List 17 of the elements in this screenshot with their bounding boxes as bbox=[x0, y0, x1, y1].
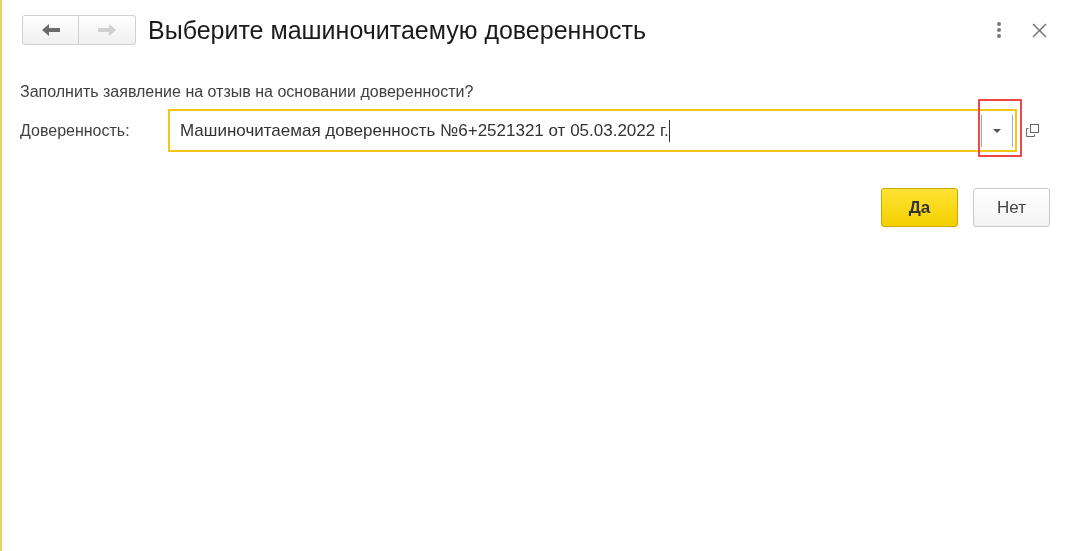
caret-icon bbox=[993, 128, 1001, 133]
field-label: Доверенность: bbox=[20, 121, 131, 140]
text-cursor bbox=[668, 119, 670, 142]
yes-button[interactable]: Да bbox=[881, 188, 958, 227]
field-value: Машиночитаемая доверенность №6+2521321 от 05.03.2022 г. bbox=[179, 120, 669, 141]
right-arrow-icon bbox=[98, 24, 116, 36]
window-title: Выберите машиночитаемую доверенность bbox=[148, 15, 648, 45]
question-text: Заполнить заявление на отзыв на основании доверенности? bbox=[20, 83, 475, 101]
open-button[interactable] bbox=[1023, 121, 1041, 140]
back-button[interactable] bbox=[22, 15, 79, 45]
dropdown-button[interactable] bbox=[981, 114, 1013, 147]
power-of-attorney-field[interactable]: Машиночитаемая доверенность №6+2521321 от 05.03.2022 г. bbox=[168, 109, 1017, 152]
no-button[interactable]: Нет bbox=[973, 188, 1050, 227]
open-window-icon bbox=[1025, 124, 1039, 137]
more-icon bbox=[997, 22, 1001, 38]
close-icon bbox=[1031, 22, 1047, 38]
left-arrow-icon bbox=[41, 24, 60, 36]
